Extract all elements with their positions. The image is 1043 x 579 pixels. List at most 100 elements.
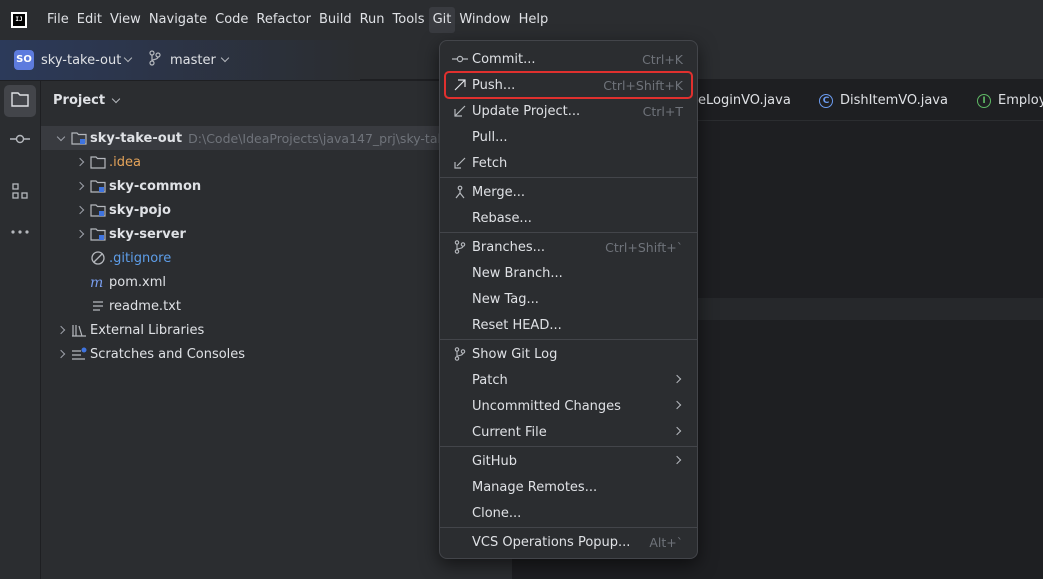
tab-employee[interactable]: I Employe — [977, 93, 1043, 108]
tree-label: .idea — [109, 154, 141, 170]
git-manage-remotes-item[interactable]: Manage Remotes... — [445, 474, 692, 500]
empty-icon-slot — [452, 129, 468, 145]
tree-label: Scratches and Consoles — [90, 346, 246, 362]
menu-item-label: Rebase... — [472, 210, 532, 226]
expand-arrow-icon[interactable] — [53, 322, 69, 338]
git-patch-item[interactable]: Patch — [445, 367, 692, 393]
menu-item-label: Reset HEAD... — [472, 317, 562, 333]
branch-selector[interactable]: master — [148, 49, 230, 71]
menu-item-label: Current File — [472, 424, 547, 440]
menu-item-label: VCS Operations Popup... — [472, 534, 631, 550]
menu-edit[interactable]: Edit — [73, 7, 106, 33]
more-horizontal-icon — [10, 224, 30, 239]
maven-icon: m — [90, 274, 106, 290]
empty-icon-slot — [452, 317, 468, 333]
menu-view[interactable]: View — [106, 7, 145, 33]
expand-arrow-icon[interactable] — [72, 178, 88, 194]
menu-git[interactable]: Git — [428, 7, 456, 33]
chevron-right-icon — [672, 374, 682, 384]
menu-item-label: Uncommitted Changes — [472, 398, 621, 414]
git-rebase-item[interactable]: Rebase... — [445, 205, 692, 231]
project-selector[interactable]: SO sky-take-out — [14, 49, 133, 71]
git-github-item[interactable]: GitHub — [445, 448, 692, 474]
project-badge: SO — [14, 50, 34, 70]
push-arrow-icon — [452, 77, 468, 93]
menu-build[interactable]: Build — [315, 7, 356, 33]
menu-help[interactable]: Help — [515, 7, 553, 33]
empty-icon-slot — [452, 372, 468, 388]
tab-login-vo[interactable]: eLoginVO.java — [698, 93, 791, 108]
chevron-down-icon — [111, 94, 121, 103]
structure-tool-button[interactable] — [4, 177, 36, 209]
expand-arrow-icon[interactable] — [53, 130, 69, 146]
project-tool-button[interactable] — [4, 85, 36, 117]
git-log-icon — [452, 346, 468, 362]
menu-item-label: Manage Remotes... — [472, 479, 598, 495]
git-branches-item[interactable]: Branches... Ctrl+Shift+` — [445, 234, 692, 260]
empty-icon-slot — [452, 210, 468, 226]
menu-item-label: Pull... — [472, 129, 508, 145]
module-folder-icon — [71, 130, 87, 146]
menu-item-label: Show Git Log — [472, 346, 558, 362]
menu-refactor[interactable]: Refactor — [252, 7, 315, 33]
tab-dish-item-vo[interactable]: C DishItemVO.java — [819, 93, 948, 108]
git-vcs-operations-item[interactable]: VCS Operations Popup... Alt+` — [445, 529, 692, 555]
empty-icon-slot — [452, 291, 468, 307]
tool-window-strip — [0, 81, 41, 579]
menu-item-shortcut: Ctrl+Shift+K — [603, 77, 683, 93]
menu-separator — [440, 527, 697, 528]
git-update-project-item[interactable]: Update Project... Ctrl+T — [445, 98, 692, 124]
menu-navigate[interactable]: Navigate — [145, 7, 211, 33]
expand-arrow-icon[interactable] — [72, 226, 88, 242]
branch-name: master — [170, 52, 216, 68]
menu-separator — [440, 177, 697, 178]
git-new-branch-item[interactable]: New Branch... — [445, 260, 692, 286]
git-merge-item[interactable]: Merge... — [445, 179, 692, 205]
empty-icon-slot — [452, 534, 468, 550]
scratches-icon — [71, 346, 87, 362]
interface-icon: I — [977, 93, 991, 108]
chevron-right-icon — [672, 400, 682, 410]
empty-icon-slot — [452, 453, 468, 469]
commit-tool-button[interactable] — [4, 125, 36, 157]
expand-arrow-icon[interactable] — [53, 346, 69, 362]
git-uncommitted-changes-item[interactable]: Uncommitted Changes — [445, 393, 692, 419]
intellij-logo-icon[interactable]: IJ — [11, 12, 27, 28]
menu-item-label: Fetch — [472, 155, 508, 171]
git-show-log-item[interactable]: Show Git Log — [445, 341, 692, 367]
project-path: D:\Code\IdeaProjects\java147_prj\sky-tak… — [188, 130, 465, 146]
chevron-down-icon — [220, 53, 230, 63]
git-fetch-item[interactable]: Fetch — [445, 150, 692, 176]
menu-separator — [440, 232, 697, 233]
tree-label: sky-take-out — [90, 130, 183, 146]
menu-code[interactable]: Code — [211, 7, 252, 33]
git-current-file-item[interactable]: Current File — [445, 419, 692, 445]
git-menu-popup: Commit... Ctrl+K Push... Ctrl+Shift+K Up… — [439, 40, 698, 559]
git-pull-item[interactable]: Pull... — [445, 124, 692, 150]
menu-tools[interactable]: Tools — [389, 7, 429, 33]
git-new-tag-item[interactable]: New Tag... — [445, 286, 692, 312]
menu-file[interactable]: File — [43, 7, 73, 33]
git-reset-head-item[interactable]: Reset HEAD... — [445, 312, 692, 338]
empty-icon-slot — [452, 265, 468, 281]
menu-item-shortcut: Ctrl+K — [642, 51, 683, 67]
chevron-right-icon — [672, 455, 682, 465]
menu-run[interactable]: Run — [356, 7, 389, 33]
empty-icon-slot — [452, 505, 468, 521]
library-icon — [71, 322, 87, 338]
git-branch-icon — [148, 50, 162, 70]
expand-arrow-icon[interactable] — [72, 202, 88, 218]
empty-icon-slot — [452, 398, 468, 414]
project-panel-title[interactable]: Project — [53, 93, 121, 108]
menu-item-label: Patch — [472, 372, 508, 388]
module-folder-icon — [90, 226, 106, 242]
tree-label: sky-server — [109, 226, 186, 242]
git-push-item[interactable]: Push... Ctrl+Shift+K — [444, 71, 693, 99]
more-tools-button[interactable] — [4, 215, 36, 247]
menu-item-label: Push... — [472, 77, 516, 93]
tree-label: readme.txt — [109, 298, 181, 314]
expand-arrow-icon[interactable] — [72, 154, 88, 170]
git-commit-item[interactable]: Commit... Ctrl+K — [445, 46, 692, 72]
menu-window[interactable]: Window — [455, 7, 514, 33]
git-clone-item[interactable]: Clone... — [445, 500, 692, 526]
